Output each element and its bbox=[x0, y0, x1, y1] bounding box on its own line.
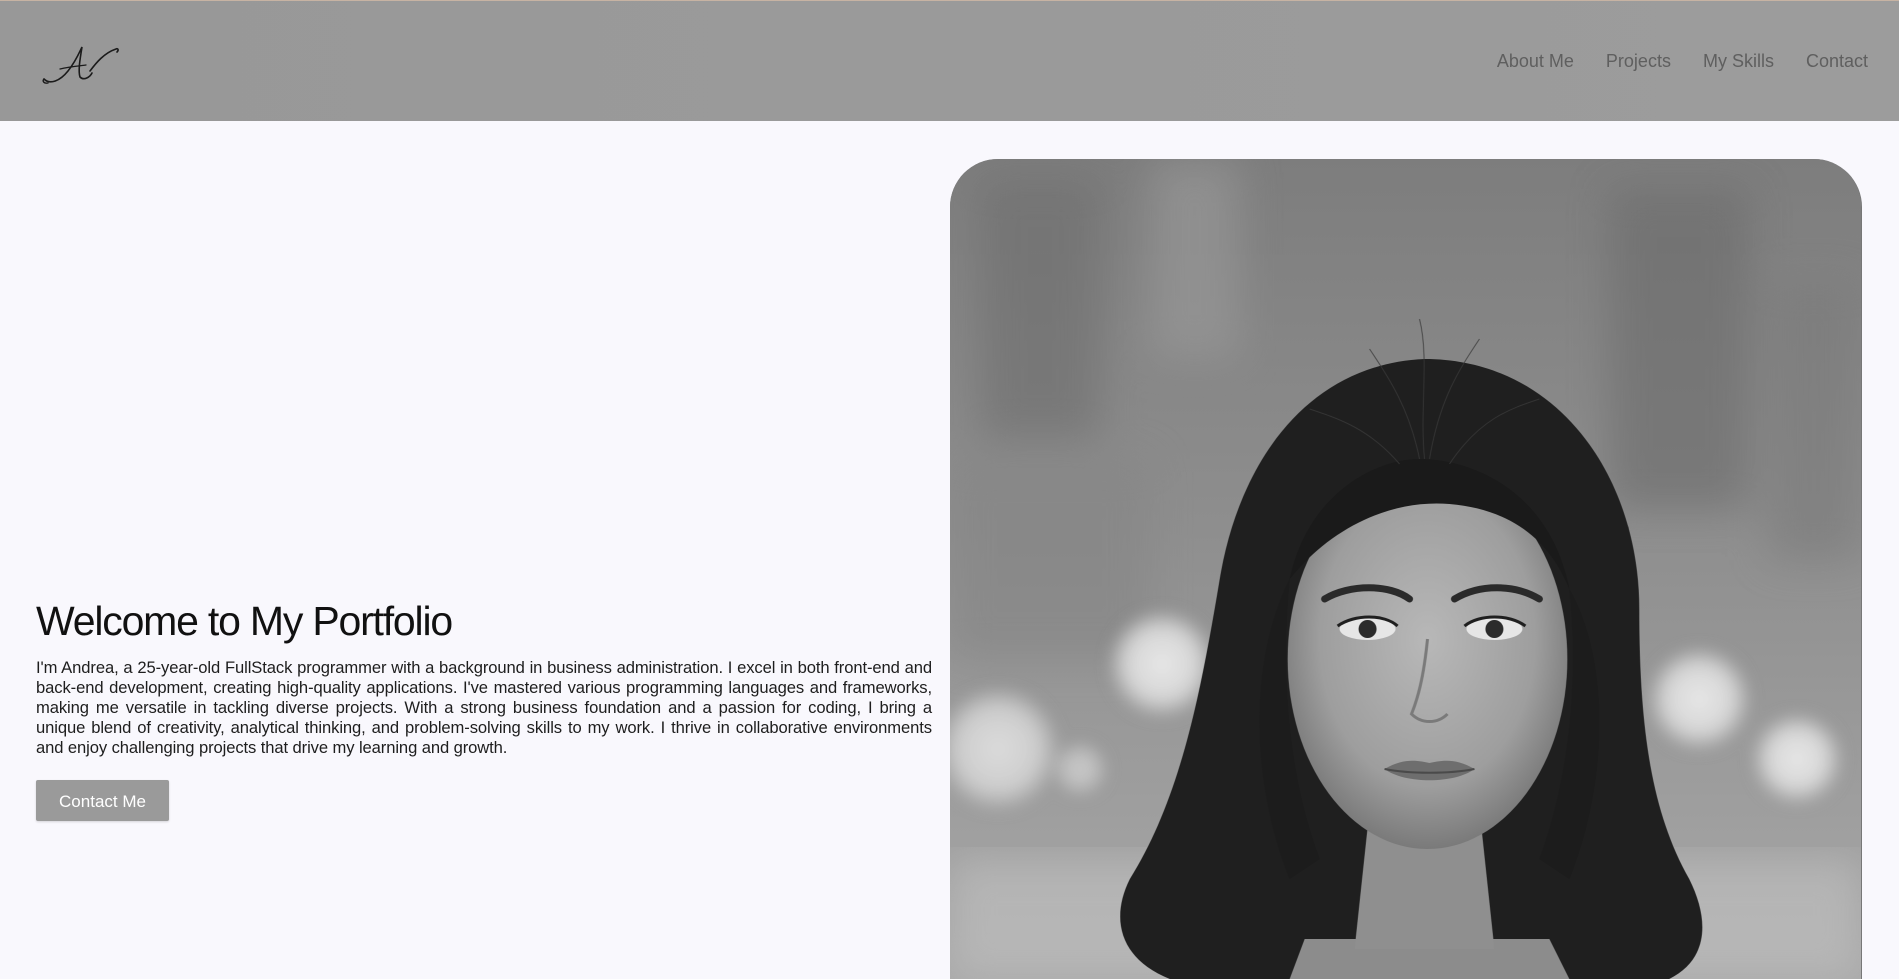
nav-item-contact[interactable]: Contact bbox=[1806, 49, 1868, 73]
main-nav: About Me Projects My Skills Contact bbox=[1497, 49, 1899, 73]
contact-me-button[interactable]: Contact Me bbox=[36, 780, 169, 821]
hero-description: I'm Andrea, a 25-year-old FullStack prog… bbox=[36, 658, 932, 757]
hero-title: Welcome to My Portfolio bbox=[36, 598, 453, 644]
signature-logo-icon[interactable] bbox=[38, 41, 124, 97]
portrait-photo-icon bbox=[950, 159, 1862, 979]
nav-item-about-me[interactable]: About Me bbox=[1497, 49, 1574, 73]
hero-text-block: Welcome to My Portfolio I'm Andrea, a 25… bbox=[36, 595, 932, 821]
nav-item-projects[interactable]: Projects bbox=[1606, 49, 1671, 73]
site-header: About Me Projects My Skills Contact bbox=[0, 0, 1899, 121]
hero-section: Welcome to My Portfolio I'm Andrea, a 25… bbox=[0, 121, 1899, 979]
nav-item-my-skills[interactable]: My Skills bbox=[1703, 49, 1774, 73]
